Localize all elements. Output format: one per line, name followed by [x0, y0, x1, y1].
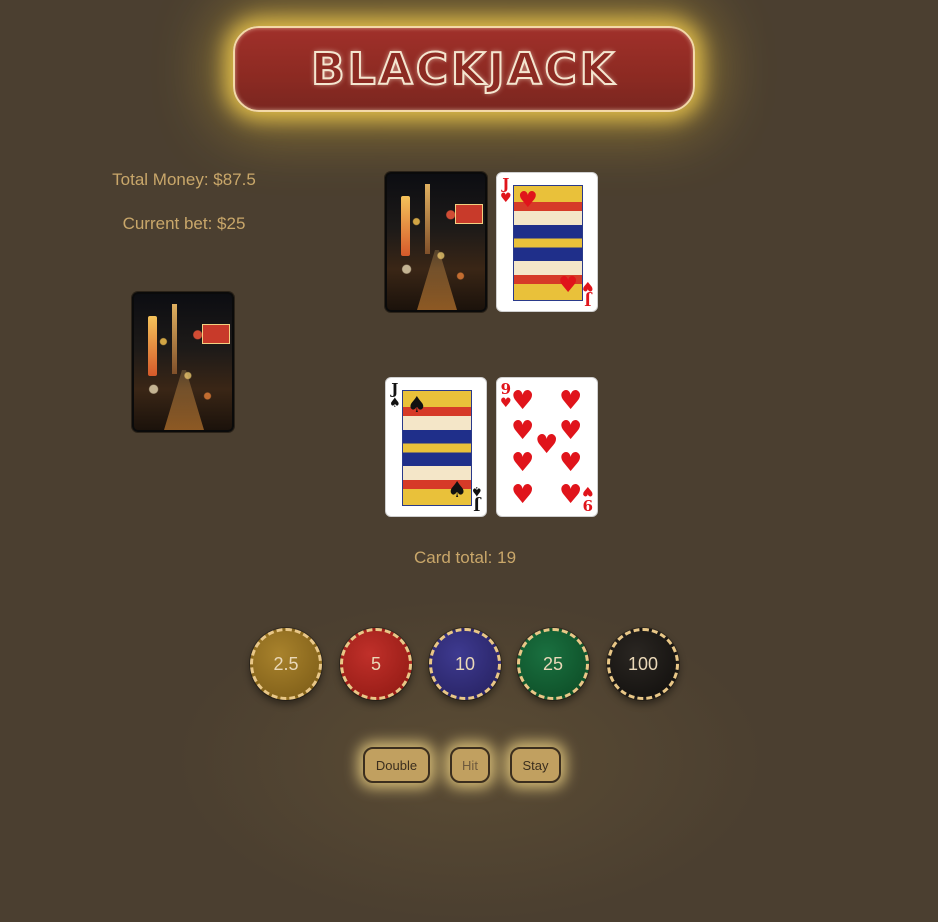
heart-pip-icon: ♥ [535, 430, 559, 460]
chip-10[interactable]: 10 [429, 628, 501, 700]
heart-pip-icon: ♥ [559, 480, 583, 510]
heart-pip-icon: ♥ [511, 416, 535, 446]
heart-pip-icon: ♥ [511, 448, 535, 478]
total-money-label: Total Money: $87.5 [112, 170, 256, 189]
card-corner: J ♥ [500, 175, 512, 206]
chip-5[interactable]: 5 [340, 628, 412, 700]
chip-25[interactable]: 25 [517, 628, 589, 700]
jack-court-art: ♠ ♠ [402, 390, 472, 506]
card-corner: J ♠ [389, 380, 401, 411]
card-total-label: Card total: 19 [413, 548, 517, 567]
chip-2-5[interactable]: 2.5 [250, 628, 322, 700]
dealer-card-jack-hearts: J ♥ ♥ ♥ J ♥ [496, 172, 598, 312]
card-corner: 9 ♥ [582, 483, 594, 514]
player-card-nine-hearts: 9 ♥ ♥ ♥ ♥ ♥ ♥ ♥ ♥ ♥ ♥ 9 ♥ [496, 377, 598, 517]
current-bet-label: Current bet: $25 [122, 214, 246, 233]
hit-button[interactable]: Hit [450, 747, 490, 783]
game-title: BLACKJACK [310, 43, 617, 96]
heart-pip-icon: ♥ [559, 416, 583, 446]
stay-button[interactable]: Stay [510, 747, 561, 783]
heart-pip-icon: ♥ [559, 386, 583, 416]
double-button[interactable]: Double [363, 747, 430, 783]
chip-100[interactable]: 100 [607, 628, 679, 700]
jack-court-art: ♥ ♥ [513, 185, 583, 301]
dealer-card-facedown [385, 172, 487, 312]
card-corner: J ♠ [471, 483, 483, 514]
card-corner: J ♥ [582, 278, 594, 309]
card-corner: 9 ♥ [500, 380, 512, 411]
heart-pip-icon: ♥ [511, 480, 535, 510]
title-banner: BLACKJACK [233, 26, 695, 112]
heart-pip-icon: ♥ [511, 386, 535, 416]
heart-pip-icon: ♥ [559, 448, 583, 478]
player-card-jack-spades: J ♠ ♠ ♠ J ♠ [385, 377, 487, 517]
deck-card-back[interactable] [132, 292, 234, 432]
